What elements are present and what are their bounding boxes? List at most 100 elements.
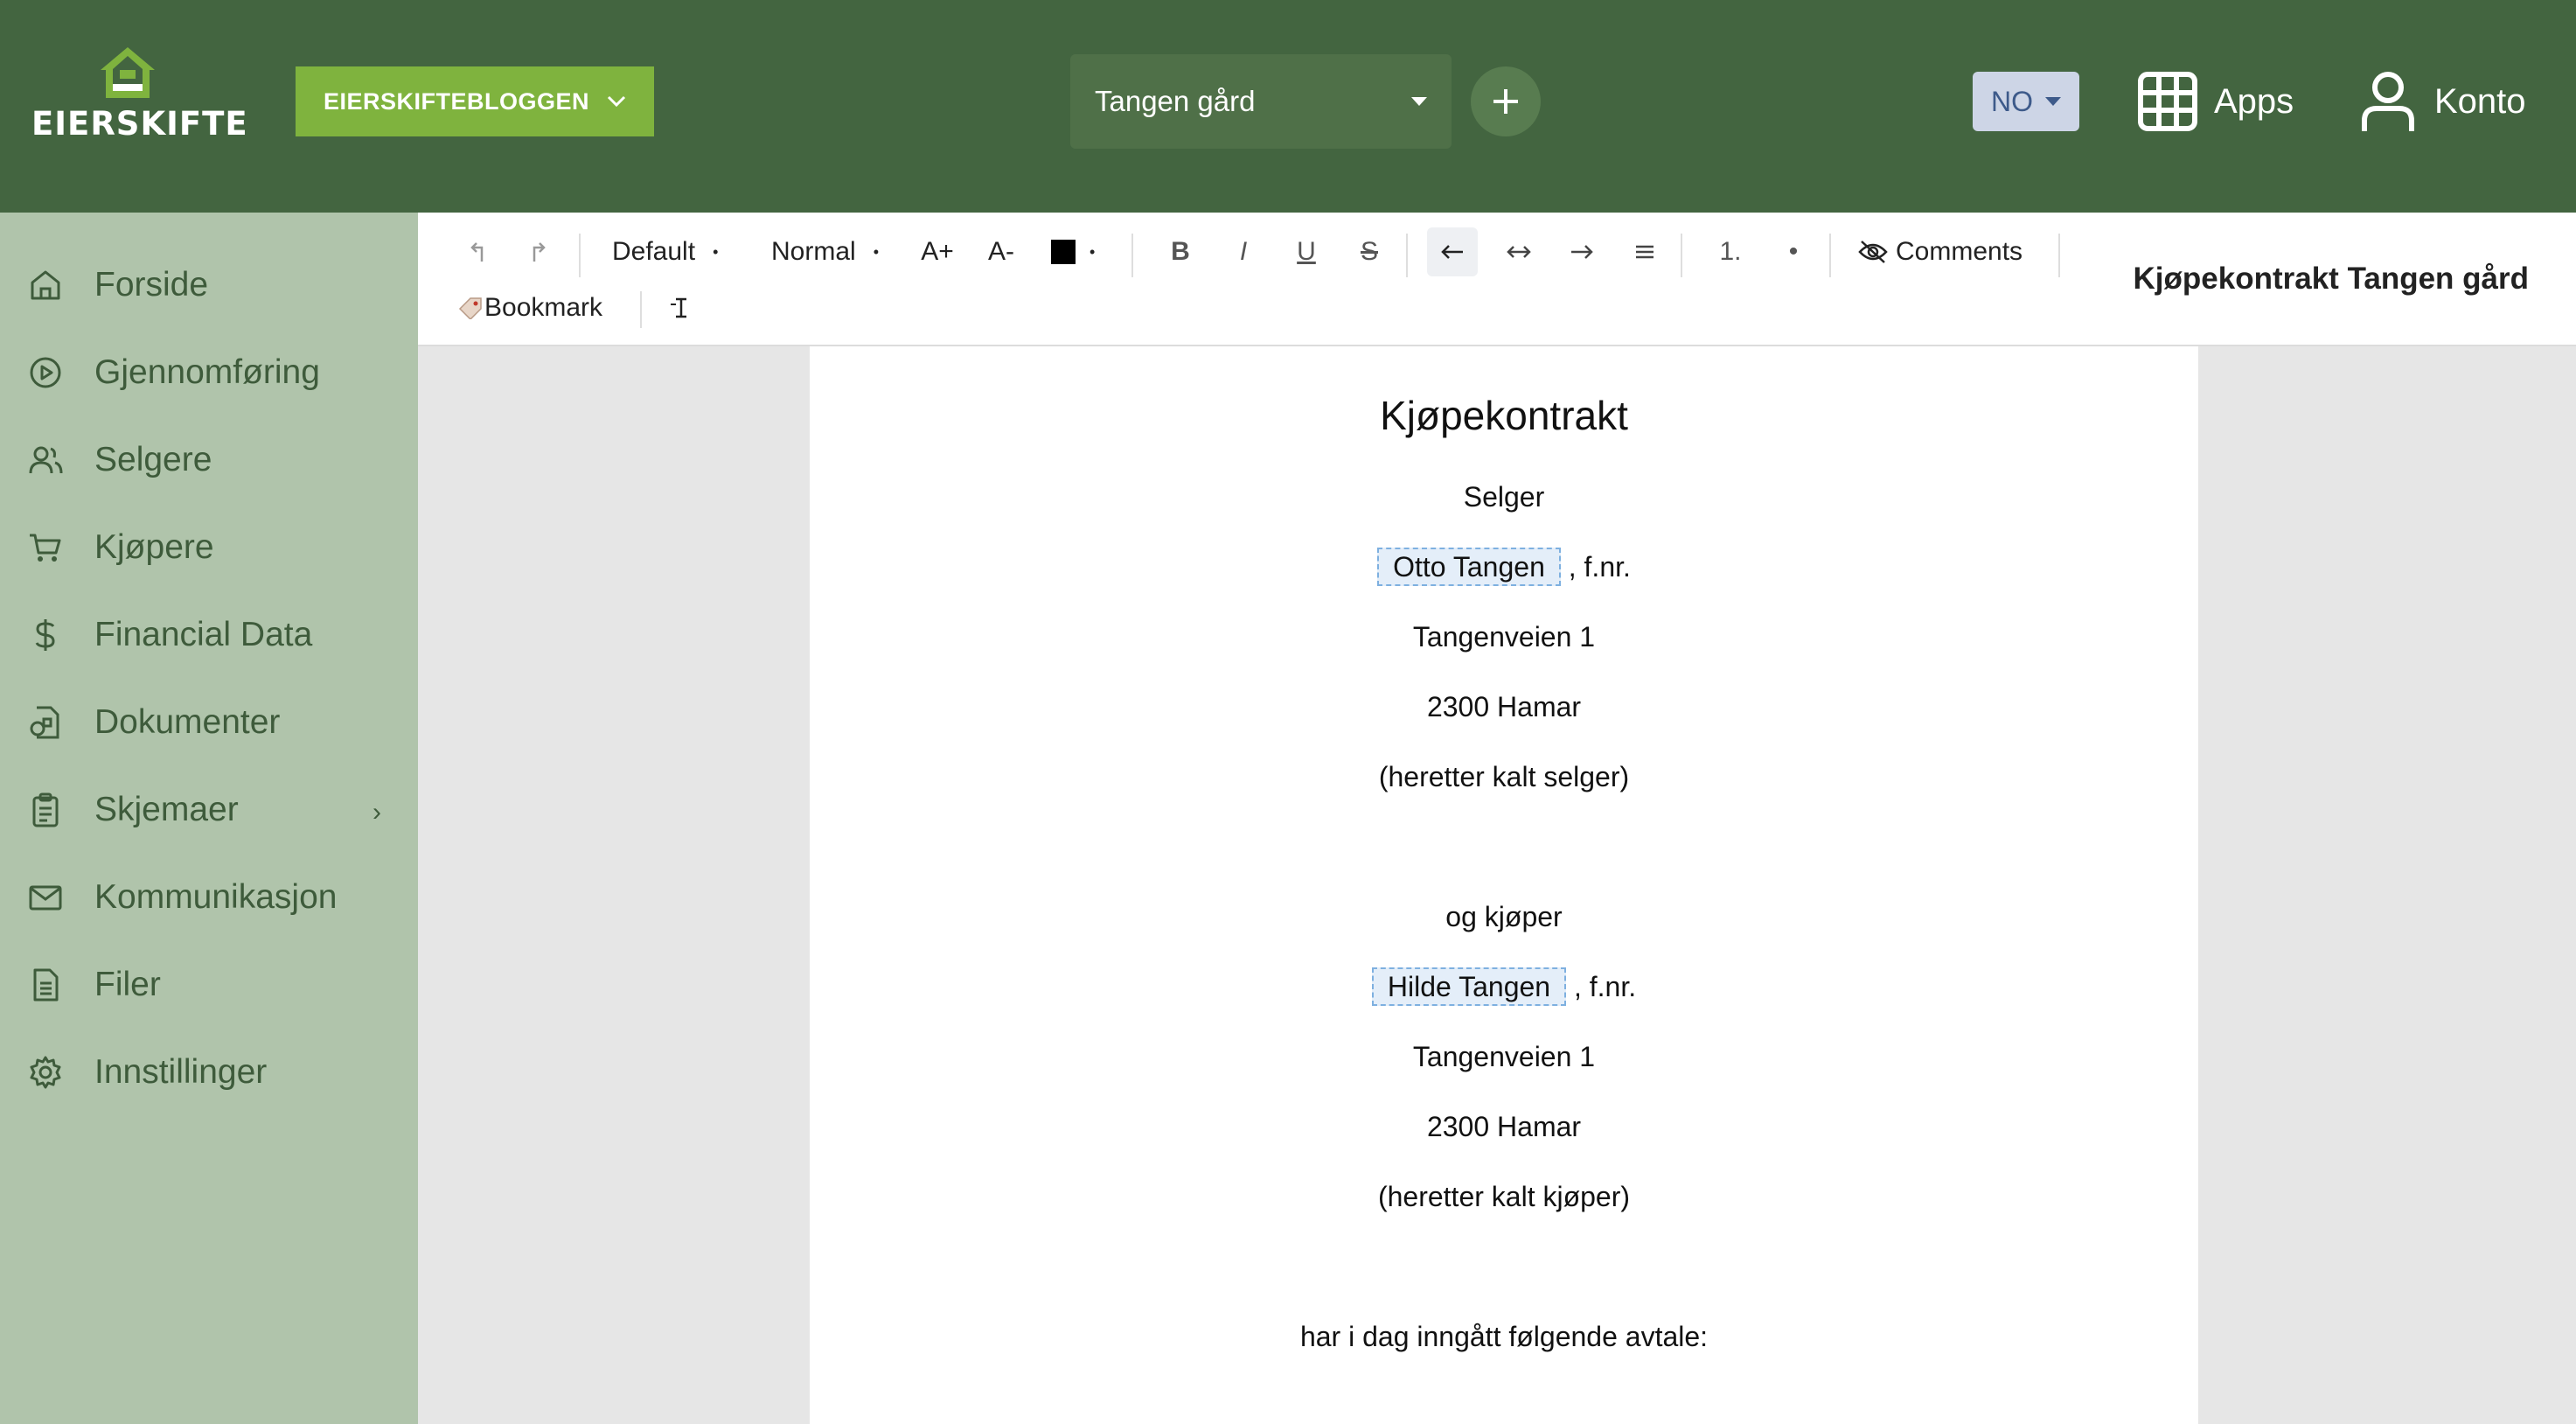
sidebar-item-skjemaer[interactable]: Skjemaer › <box>0 775 418 845</box>
sidebar-item-filer[interactable]: Filer <box>0 950 418 1020</box>
sidebar-item-gjennomforing[interactable]: Gjennomføring <box>0 338 418 408</box>
seller-name-line: Otto Tangen , f.nr. <box>810 548 2198 586</box>
file-icon <box>33 968 59 1002</box>
color-swatch <box>1051 240 1076 264</box>
bookmark-tag-icon <box>458 297 482 319</box>
grid-icon <box>2138 72 2197 131</box>
account-button[interactable]: Konto <box>2361 66 2526 136</box>
sidebar-item-label: Innstillinger <box>94 1053 268 1091</box>
sidebar-item-innstillinger[interactable]: Innstillinger <box>0 1037 418 1107</box>
bookmark-label: Bookmark <box>484 293 603 322</box>
sidebar-item-label: Selgere <box>94 441 212 478</box>
caret-down-icon <box>1411 97 1427 106</box>
toolbar-divider <box>1681 234 1682 277</box>
increase-font-button[interactable]: A+ <box>918 227 957 276</box>
toolbar-divider <box>1406 234 1408 277</box>
agreement-line: har i dag inngått følgende avtale: <box>1299 1321 1709 1352</box>
buyer-street: Tangenveien 1 <box>1412 1041 1596 1072</box>
sidebar-item-label: Skjemaer <box>94 791 239 828</box>
underline-button[interactable]: U <box>1289 227 1324 276</box>
align-justify-button[interactable] <box>1619 227 1670 276</box>
sidebar-item-forside[interactable]: Forside <box>0 250 418 320</box>
eye-slash-icon <box>1858 241 1888 263</box>
insert-field-button[interactable] <box>663 283 698 332</box>
fnr-label: , f.nr. <box>1573 971 1637 1002</box>
font-family-value: Default <box>612 237 696 266</box>
eierskifte-logo[interactable]: EIERSKIFTE <box>31 45 248 159</box>
toolbar-divider <box>1829 234 1831 277</box>
farm-select[interactable]: Tangen gård <box>1070 54 1452 149</box>
seller-street: Tangenveien 1 <box>1412 621 1596 653</box>
undo-button[interactable] <box>460 227 495 276</box>
dropdown-dot-icon: • <box>873 242 879 261</box>
account-label: Konto <box>2434 81 2526 121</box>
dropdown-dot-icon: • <box>713 242 719 261</box>
sidebar-item-kjopere[interactable]: Kjøpere <box>0 513 418 583</box>
cart-icon <box>30 534 61 562</box>
chevron-down-icon <box>607 95 626 108</box>
sidebar-item-label: Kjøpere <box>94 528 214 566</box>
top-bar: EIERSKIFTE EIERSKIFTEBLOGGEN Tangen gård… <box>0 0 2576 213</box>
text-color-button[interactable]: • <box>1051 227 1095 276</box>
buyer-name-line: Hilde Tangen , f.nr. <box>810 967 2198 1006</box>
blog-button-label: EIERSKIFTEBLOGGEN <box>323 87 590 115</box>
comments-label: Comments <box>1896 237 2023 266</box>
align-center-button[interactable] <box>1493 227 1544 276</box>
decrease-font-button[interactable]: A- <box>982 227 1020 276</box>
sidebar-item-financial-data[interactable]: Financial Data <box>0 600 418 670</box>
bold-button[interactable]: B <box>1163 227 1198 276</box>
fnr-label: , f.nr. <box>1568 551 1631 583</box>
italic-button[interactable]: I <box>1226 227 1261 276</box>
bookmark-button[interactable]: Bookmark <box>458 283 602 332</box>
font-family-select[interactable]: Default • <box>612 227 718 276</box>
sidebar-item-label: Kommunikasjon <box>94 878 338 916</box>
chevron-right-icon: › <box>372 798 381 827</box>
sidebar-item-selgere[interactable]: Selgere <box>0 425 418 495</box>
language-select[interactable]: NO <box>1973 72 2079 131</box>
bullet-list-button[interactable]: • <box>1772 227 1815 276</box>
buyer-city: 2300 Hamar <box>1426 1111 1582 1142</box>
dollar-icon <box>35 619 55 651</box>
comments-button[interactable]: Comments <box>1857 227 2023 276</box>
ordered-list-button[interactable]: 1. <box>1709 227 1752 276</box>
document-page[interactable]: Kjøpekontrakt Selger Otto Tangen , f.nr.… <box>810 346 2198 1424</box>
play-icon <box>30 357 61 388</box>
sidebar-item-dokumenter[interactable]: Dokumenter <box>0 688 418 757</box>
seller-note: (heretter kalt selger) <box>1378 761 1630 792</box>
user-icon <box>2362 72 2414 131</box>
sidebar: Forside Gjennomføring Selgere Kjøpere Fi… <box>0 213 418 1424</box>
editor-toolbar: Default • Normal • A+ A- • B I U S 1. • … <box>418 213 2576 346</box>
sidebar-item-kommunikasjon[interactable]: Kommunikasjon <box>0 862 418 932</box>
buyer-heading: og kjøper <box>1445 901 1563 932</box>
align-left-icon <box>1441 245 1463 259</box>
block-style-select[interactable]: Normal • <box>771 227 879 276</box>
strikethrough-button[interactable]: S <box>1352 227 1387 276</box>
seller-heading: Selger <box>1463 481 1545 513</box>
buyer-name-field[interactable]: Hilde Tangen <box>1371 967 1567 1006</box>
logo-text: EIERSKIFTE <box>31 105 248 143</box>
align-center-icon <box>1507 246 1531 258</box>
home-icon <box>31 270 60 300</box>
users-icon <box>29 446 63 474</box>
text-cursor-icon <box>671 297 686 318</box>
language-value: NO <box>1991 85 2033 117</box>
apps-button[interactable]: Apps <box>2137 66 2294 136</box>
clipboard-icon <box>32 792 59 827</box>
block-style-value: Normal <box>771 237 856 266</box>
seller-name-field[interactable]: Otto Tangen <box>1377 548 1561 586</box>
undo-icon <box>470 242 484 262</box>
sidebar-item-label: Dokumenter <box>94 703 281 741</box>
farm-select-value: Tangen gård <box>1095 85 1256 117</box>
align-left-button[interactable] <box>1427 227 1478 276</box>
eierskifte-blog-button[interactable]: EIERSKIFTEBLOGGEN <box>296 66 654 136</box>
caret-down-icon <box>2045 97 2061 106</box>
document-title: Kjøpekontrakt Tangen gård <box>2133 262 2529 296</box>
toolbar-divider <box>640 291 642 328</box>
sidebar-item-label: Filer <box>94 966 161 1003</box>
redo-button[interactable] <box>521 227 556 276</box>
redo-icon <box>533 242 546 262</box>
add-farm-button[interactable] <box>1471 66 1541 136</box>
sidebar-item-label: Forside <box>94 266 209 304</box>
mail-icon <box>29 885 62 911</box>
align-right-button[interactable] <box>1556 227 1607 276</box>
